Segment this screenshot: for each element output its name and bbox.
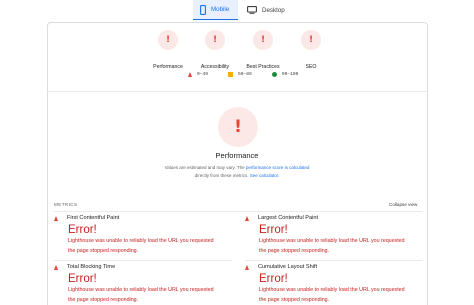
metric-largest-contentful-paint: Largest Contentful Paint Error! Lighthou… — [245, 214, 423, 256]
metric-error: Error! — [68, 273, 97, 285]
legend-item-fail: 0–49 — [188, 72, 208, 77]
fail-gauge-icon: ! — [158, 30, 178, 50]
fail-triangle-icon — [245, 264, 249, 270]
metric-name: First Contentful Paint — [67, 215, 120, 221]
category-label: Best Practices — [246, 64, 280, 70]
category-seo[interactable]: ! SEO — [286, 30, 336, 70]
metric-description: Lighthouse was unable to reliably load t… — [259, 238, 405, 254]
metric-error: Error! — [259, 224, 288, 236]
category-label: SEO — [305, 64, 317, 70]
fail-gauge-icon: ! — [301, 30, 321, 50]
metric-first-contentful-paint: First Contentful Paint Error! Lighthouse… — [54, 214, 232, 256]
performance-title: Performance — [215, 151, 259, 160]
performance-fail-gauge-icon: ! — [218, 107, 258, 147]
divider — [54, 260, 232, 261]
score-legend: 0–49 50–89 90–100 — [188, 72, 318, 77]
category-best-practices[interactable]: ! Best Practices — [238, 30, 288, 70]
category-performance[interactable]: ! Performance — [143, 30, 193, 70]
metric-error: Error! — [68, 224, 97, 236]
legend-item-pass: 90–100 — [271, 72, 299, 77]
divider — [245, 260, 422, 261]
phone-icon — [200, 4, 206, 15]
tab-mobile[interactable]: Mobile — [193, 0, 238, 20]
metric-total-blocking-time: Total Blocking Time Error! Lighthouse wa… — [54, 263, 232, 305]
fail-triangle-icon — [54, 215, 58, 221]
performance-note: Values are estimated and may vary. The p… — [0, 164, 474, 180]
legend-range: 0–49 — [197, 72, 209, 77]
tab-mobile-label: Mobile — [211, 6, 230, 13]
fail-triangle-icon — [54, 264, 58, 270]
metric-name: Cumulative Layout Shift — [258, 264, 318, 270]
note-text: directly from these metrics. — [194, 173, 249, 178]
fail-gauge-icon: ! — [253, 30, 273, 50]
score-calculated-link[interactable]: performance score is calculated — [246, 165, 310, 170]
metric-description: Lighthouse was unable to reliably load t… — [68, 238, 214, 254]
category-accessibility[interactable]: ! Accessibility — [190, 30, 240, 70]
triangle-icon — [188, 72, 192, 77]
monitor-icon — [247, 6, 257, 14]
circle-icon — [271, 72, 277, 77]
collapse-view-button[interactable]: Collapse view — [389, 202, 417, 207]
device-tabs: Mobile Desktop — [193, 0, 292, 20]
divider — [54, 211, 422, 212]
see-calculator-link[interactable]: See calculator. — [250, 173, 280, 178]
note-text: Values are estimated and may vary. The — [164, 165, 245, 170]
tab-desktop-label: Desktop — [262, 6, 285, 14]
legend-item-average: 50–89 — [228, 72, 252, 77]
category-label: Performance — [153, 64, 183, 70]
metric-name: Total Blocking Time — [67, 264, 116, 270]
legend-range: 50–89 — [238, 72, 252, 77]
category-label: Accessibility — [200, 64, 230, 70]
fail-triangle-icon — [245, 215, 249, 221]
legend-range: 90–100 — [281, 72, 299, 77]
metric-cumulative-layout-shift: Cumulative Layout Shift Error! Lighthous… — [245, 263, 423, 305]
metric-error: Error! — [259, 273, 288, 285]
metric-name: Largest Contentful Paint — [258, 215, 319, 221]
metric-description: Lighthouse was unable to reliably load t… — [68, 287, 214, 303]
metrics-header: METRICS — [54, 202, 78, 207]
divider — [47, 91, 428, 92]
fail-gauge-icon: ! — [205, 30, 225, 50]
square-icon — [228, 72, 234, 77]
metric-description: Lighthouse was unable to reliably load t… — [259, 287, 405, 303]
tab-desktop[interactable]: Desktop — [240, 0, 292, 20]
